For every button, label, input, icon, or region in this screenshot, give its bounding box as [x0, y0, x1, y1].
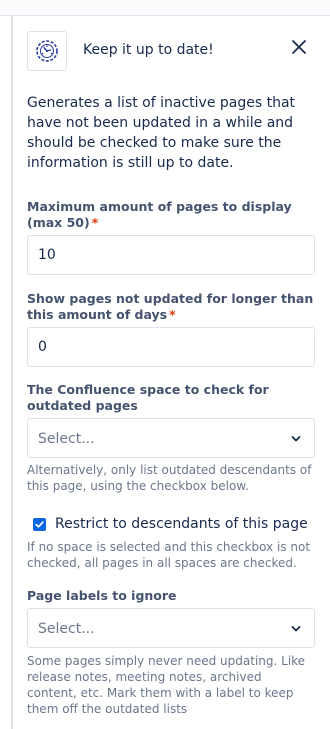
days-input[interactable]: 0 [27, 327, 315, 367]
space-label: The Confluence space to check for outdat… [27, 382, 269, 413]
labels-select-placeholder: Select... [38, 621, 95, 637]
top-toolbar-strip [0, 0, 330, 16]
panel-title: Keep it up to date! [83, 42, 214, 58]
restrict-descendants-checkbox[interactable] [33, 517, 46, 531]
max-pages-input[interactable]: 10 [27, 235, 315, 275]
labels-ignore-select[interactable]: Select... [27, 608, 315, 648]
space-select-placeholder: Select... [38, 431, 95, 447]
space-select[interactable]: Select... [27, 418, 315, 458]
macro-config-panel: Keep it up to date! Generates a list of … [27, 31, 315, 716]
required-marker: * [91, 215, 99, 230]
close-button[interactable] [289, 37, 309, 57]
labels-ignore-label: Page labels to ignore [27, 588, 177, 603]
max-pages-label: Maximum amount of pages to display (max … [27, 199, 315, 231]
close-icon [292, 40, 306, 54]
clock-badge-icon [27, 31, 67, 71]
chevron-down-icon [291, 626, 301, 632]
labels-help-text: Some pages simply never need updating. L… [27, 654, 306, 716]
panel-divider [11, 16, 13, 729]
required-marker: * [169, 307, 176, 322]
max-pages-label-text: Maximum amount of pages to display (max … [27, 199, 292, 230]
restrict-help-text: If no space is selected and this checkbo… [27, 540, 311, 570]
chevron-down-icon [291, 436, 301, 442]
checkmark-icon [35, 520, 44, 528]
days-label: Show pages not updated for longer than t… [27, 291, 315, 323]
panel-header: Keep it up to date! [27, 31, 315, 71]
restrict-descendants-row[interactable]: Restrict to descendants of this page [33, 514, 315, 534]
restrict-descendants-label[interactable]: Restrict to descendants of this page [55, 515, 308, 533]
panel-description: Generates a list of inactive pages that … [27, 95, 296, 171]
space-help-text: Alternatively, only list outdated descen… [27, 463, 312, 493]
